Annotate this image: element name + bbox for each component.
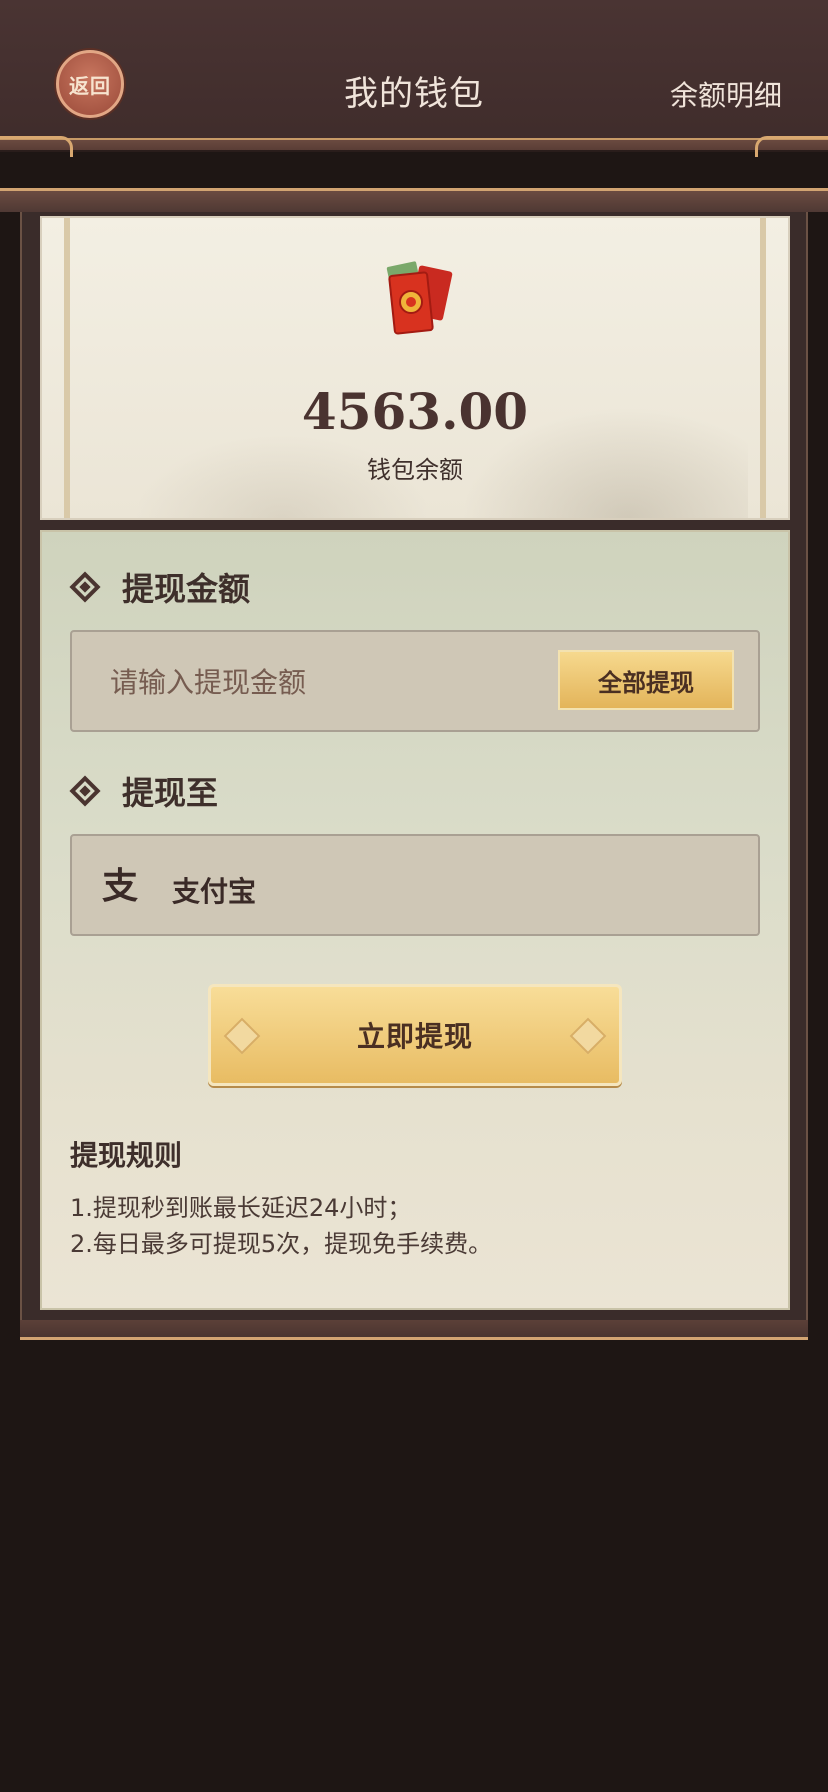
frame-bottom-trim <box>20 1320 808 1340</box>
withdraw-now-button[interactable]: 立即提现 <box>208 984 622 1086</box>
header-trim-corner-right <box>755 136 828 157</box>
button-diamond-ornament-left <box>223 1017 261 1055</box>
frame-top-trim <box>0 188 828 212</box>
withdraw-all-button[interactable]: 全部提现 <box>558 650 734 710</box>
header-bar: 返回 我的钱包 余额明细 <box>0 0 828 148</box>
balance-amount: 4563.00 <box>301 382 529 441</box>
amount-section-label: 提现金额 <box>122 570 251 608</box>
balance-card: 4563.00 钱包余额 <box>40 216 790 520</box>
target-section-title: 提现至 <box>69 768 219 814</box>
rule-item: 1.提现秒到账最长延迟24小时； <box>70 1194 412 1222</box>
alipay-icon: 支 <box>101 866 138 907</box>
header-trim-corner-left <box>0 136 73 157</box>
balance-detail-link[interactable]: 余额明细 <box>670 74 782 114</box>
target-section-label: 提现至 <box>122 774 219 812</box>
button-diamond-ornament-right <box>569 1017 607 1055</box>
withdraw-target-selector[interactable]: 支 支付宝 <box>70 834 760 936</box>
amount-input[interactable] <box>108 632 512 732</box>
red-packet-icon <box>386 261 453 335</box>
header-trim-divider <box>0 138 828 152</box>
amount-section-title: 提现金额 <box>69 564 251 610</box>
withdraw-now-label: 立即提现 <box>356 1020 473 1053</box>
diamond-bullet-icon <box>69 571 101 603</box>
balance-label: 钱包余额 <box>367 456 463 484</box>
withdraw-panel: 提现金额 全部提现 提现至 支 支付宝 立即提现 提现规则 1.提现秒到账最长延… <box>40 530 790 1310</box>
rules-title: 提现规则 <box>70 1139 183 1172</box>
diamond-bullet-icon <box>69 775 101 807</box>
withdraw-method-label: 支付宝 <box>172 875 257 908</box>
rule-item: 2.每日最多可提现5次，提现免手续费。 <box>70 1230 493 1258</box>
amount-input-box: 全部提现 <box>70 630 760 732</box>
